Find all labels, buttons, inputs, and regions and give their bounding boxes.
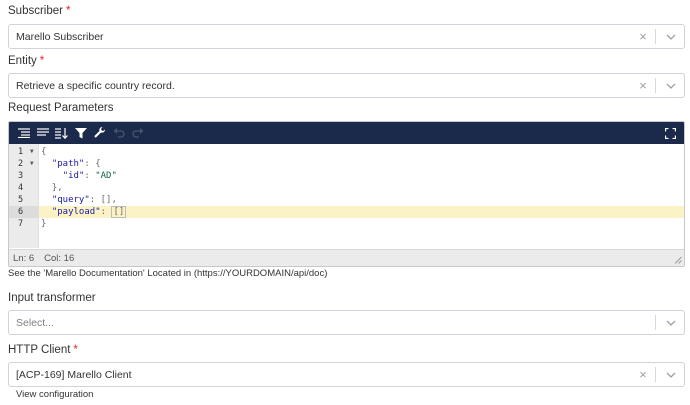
code-line: "path": { [51,159,101,169]
cursor-column: Col: 16 [44,252,75,264]
filter-icon[interactable] [71,122,90,144]
http-client-value: [ACP-169] Marello Client [16,368,132,381]
line-number-active: 6 [9,206,38,218]
documentation-help-text: See the 'Marello Documentation' Located … [8,268,328,279]
select-separator [655,29,656,44]
select-separator [655,315,656,330]
chevron-down-icon[interactable] [662,25,680,48]
fold-icon[interactable]: ▼ [30,158,34,170]
compact-icon[interactable] [33,122,52,144]
input-transformer-placeholder: Select... [16,316,54,329]
entity-label: Entity * [8,55,45,67]
required-mark: * [73,344,78,356]
code-line: "id": "AD" [62,171,117,181]
code-line-active: "payload": [] [39,206,684,218]
bracket-match: [] [111,206,127,218]
undo-icon[interactable] [109,122,128,144]
close-icon[interactable]: × [633,79,653,92]
chevron-down-icon[interactable] [662,311,680,334]
line-number: 5 [18,195,24,205]
line-number: 7 [18,219,24,229]
close-icon[interactable]: × [633,368,653,381]
close-icon[interactable]: × [633,30,653,43]
line-number: 1 ▼ [18,146,34,158]
line-number: 3 [18,171,24,181]
required-mark: * [39,55,45,67]
subscriber-label: Subscriber * [8,5,71,17]
redo-icon[interactable] [128,122,147,144]
chevron-down-icon[interactable] [662,363,680,386]
input-transformer-label: Input transformer [8,292,96,304]
subscriber-value: Marello Subscriber [16,30,104,43]
line-gutter: 1 ▼ 2 ▼ 3 4 5 6 7 [9,144,39,248]
entity-select[interactable]: Retrieve a specific country record. × [8,73,685,98]
wrench-icon[interactable] [90,122,109,144]
subscriber-select[interactable]: Marello Subscriber × [8,24,685,49]
code-content[interactable]: { "path": { "id": "AD" }, "query": [], "… [39,144,684,248]
editor-toolbar [9,122,684,144]
chevron-down-icon[interactable] [662,74,680,97]
required-mark: * [65,5,71,17]
entity-value: Retrieve a specific country record. [16,79,175,92]
code-area[interactable]: 1 ▼ 2 ▼ 3 4 5 6 7 { "path": { "id": "AD" }… [9,144,684,248]
cursor-line: Ln: 6 [13,252,35,264]
fullscreen-icon[interactable] [661,122,680,144]
request-parameters-label: Request Parameters [8,102,114,114]
select-separator [655,78,656,93]
code-line: }, [51,183,63,193]
line-number: 4 [18,183,24,193]
fold-icon[interactable]: ▼ [30,146,34,158]
code-line: { [41,147,47,157]
code-line: } [41,219,47,229]
http-client-label: HTTP Client * [8,344,78,356]
http-client-select[interactable]: [ACP-169] Marello Client × [8,362,685,387]
editor-statusbar: Ln: 6 Col: 16 [9,249,684,266]
select-separator [655,367,656,382]
format-icon[interactable] [14,122,33,144]
view-configuration-link[interactable]: View configuration [16,389,93,400]
sort-icon[interactable] [52,122,71,144]
json-editor[interactable]: 1 ▼ 2 ▼ 3 4 5 6 7 { "path": { "id": "AD" }… [8,121,685,267]
input-transformer-select[interactable]: Select... [8,310,685,335]
resize-grip-icon[interactable] [674,256,682,264]
line-number: 2 ▼ [18,158,34,170]
code-line: "query": [], [51,195,117,205]
